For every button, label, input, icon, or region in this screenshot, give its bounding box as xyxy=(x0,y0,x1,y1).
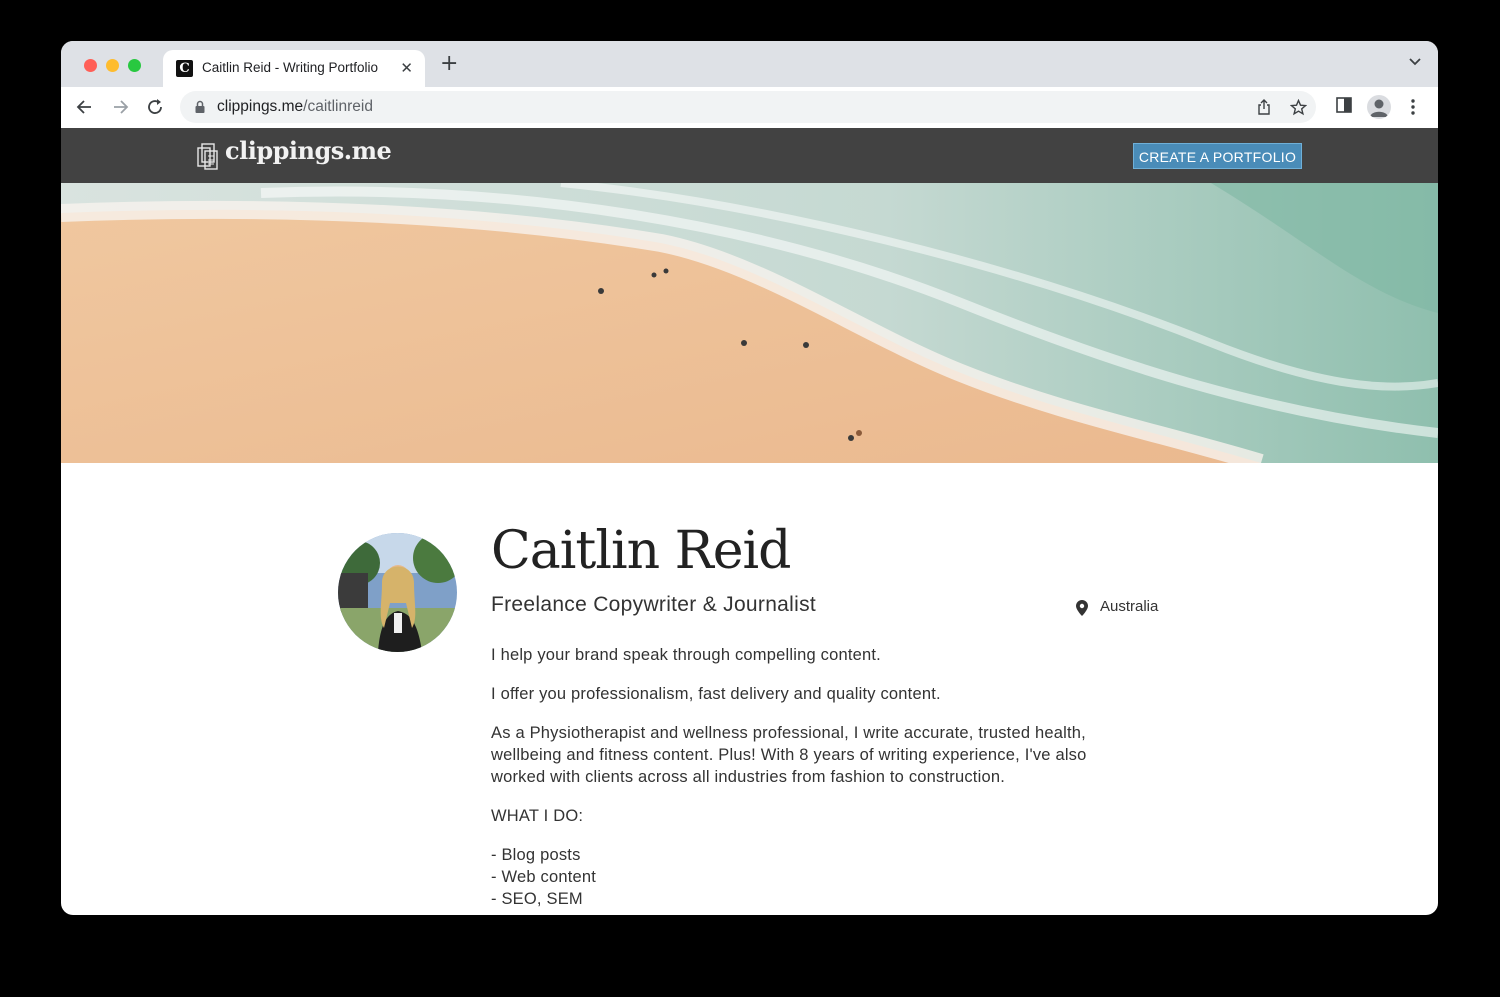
browser-toolbar: clippings.me/caitlinreid xyxy=(61,87,1438,129)
tab-close-icon[interactable]: ✕ xyxy=(400,59,413,77)
back-arrow-icon[interactable] xyxy=(75,97,95,117)
bookmark-star-icon[interactable] xyxy=(1290,99,1307,116)
profile-photo xyxy=(338,533,457,652)
browser-window: C Caitlin Reid - Writing Portfolio ✕ + c… xyxy=(61,41,1438,915)
bio-paragraph: I help your brand speak through compelli… xyxy=(491,646,881,664)
list-item: - Blog posts xyxy=(491,846,581,864)
side-panel-icon[interactable] xyxy=(1336,97,1352,113)
minimize-window-button[interactable] xyxy=(106,59,119,72)
new-tab-button[interactable]: + xyxy=(440,53,458,75)
profile-bio: I help your brand speak through compelli… xyxy=(491,644,1131,910)
tab-active[interactable]: C Caitlin Reid - Writing Portfolio ✕ xyxy=(163,50,425,87)
person-icon xyxy=(1370,99,1388,117)
url-host: clippings.me xyxy=(217,98,304,115)
lock-icon[interactable] xyxy=(194,100,206,114)
profile-tagline: Freelance Copywriter & Journalist xyxy=(491,593,817,616)
close-window-button[interactable] xyxy=(84,59,97,72)
site-logo-text[interactable]: clippings.me xyxy=(225,136,392,165)
url-path: /caitlinreid xyxy=(303,98,373,115)
more-menu-icon[interactable] xyxy=(1407,97,1419,117)
location-text: Australia xyxy=(1100,598,1159,615)
hero-banner-image xyxy=(61,183,1438,463)
reload-icon[interactable] xyxy=(145,97,165,117)
address-bar[interactable]: clippings.me/caitlinreid xyxy=(180,91,1316,123)
services-list: - Blog posts - Web content - SEO, SEM xyxy=(491,844,1131,910)
tab-title: Caitlin Reid - Writing Portfolio xyxy=(202,60,379,75)
bio-heading: WHAT I DO: xyxy=(491,807,584,825)
create-portfolio-button[interactable]: CREATE A PORTFOLIO xyxy=(1133,143,1302,169)
list-item: - Web content xyxy=(491,868,597,886)
forward-arrow-icon[interactable] xyxy=(110,97,130,117)
profile-avatar-button[interactable] xyxy=(1367,95,1391,119)
profile-name: Caitlin Reid xyxy=(491,521,791,581)
list-item: - SEO, SEM xyxy=(491,890,583,908)
tab-strip: C Caitlin Reid - Writing Portfolio ✕ + xyxy=(61,41,1438,87)
maximize-window-button[interactable] xyxy=(128,59,141,72)
favicon-icon: C xyxy=(176,60,193,77)
clippings-logo-icon[interactable] xyxy=(196,140,220,172)
bio-paragraph: As a Physiotherapist and wellness profes… xyxy=(491,724,1087,786)
url-text[interactable]: clippings.me/caitlinreid xyxy=(217,98,373,116)
chevron-down-icon[interactable] xyxy=(1408,54,1422,68)
bio-paragraph: I offer you professionalism, fast delive… xyxy=(491,685,941,703)
site-header: clippings.me CREATE A PORTFOLIO xyxy=(61,128,1438,183)
share-icon[interactable] xyxy=(1256,99,1272,115)
location-pin-icon xyxy=(1076,600,1088,616)
